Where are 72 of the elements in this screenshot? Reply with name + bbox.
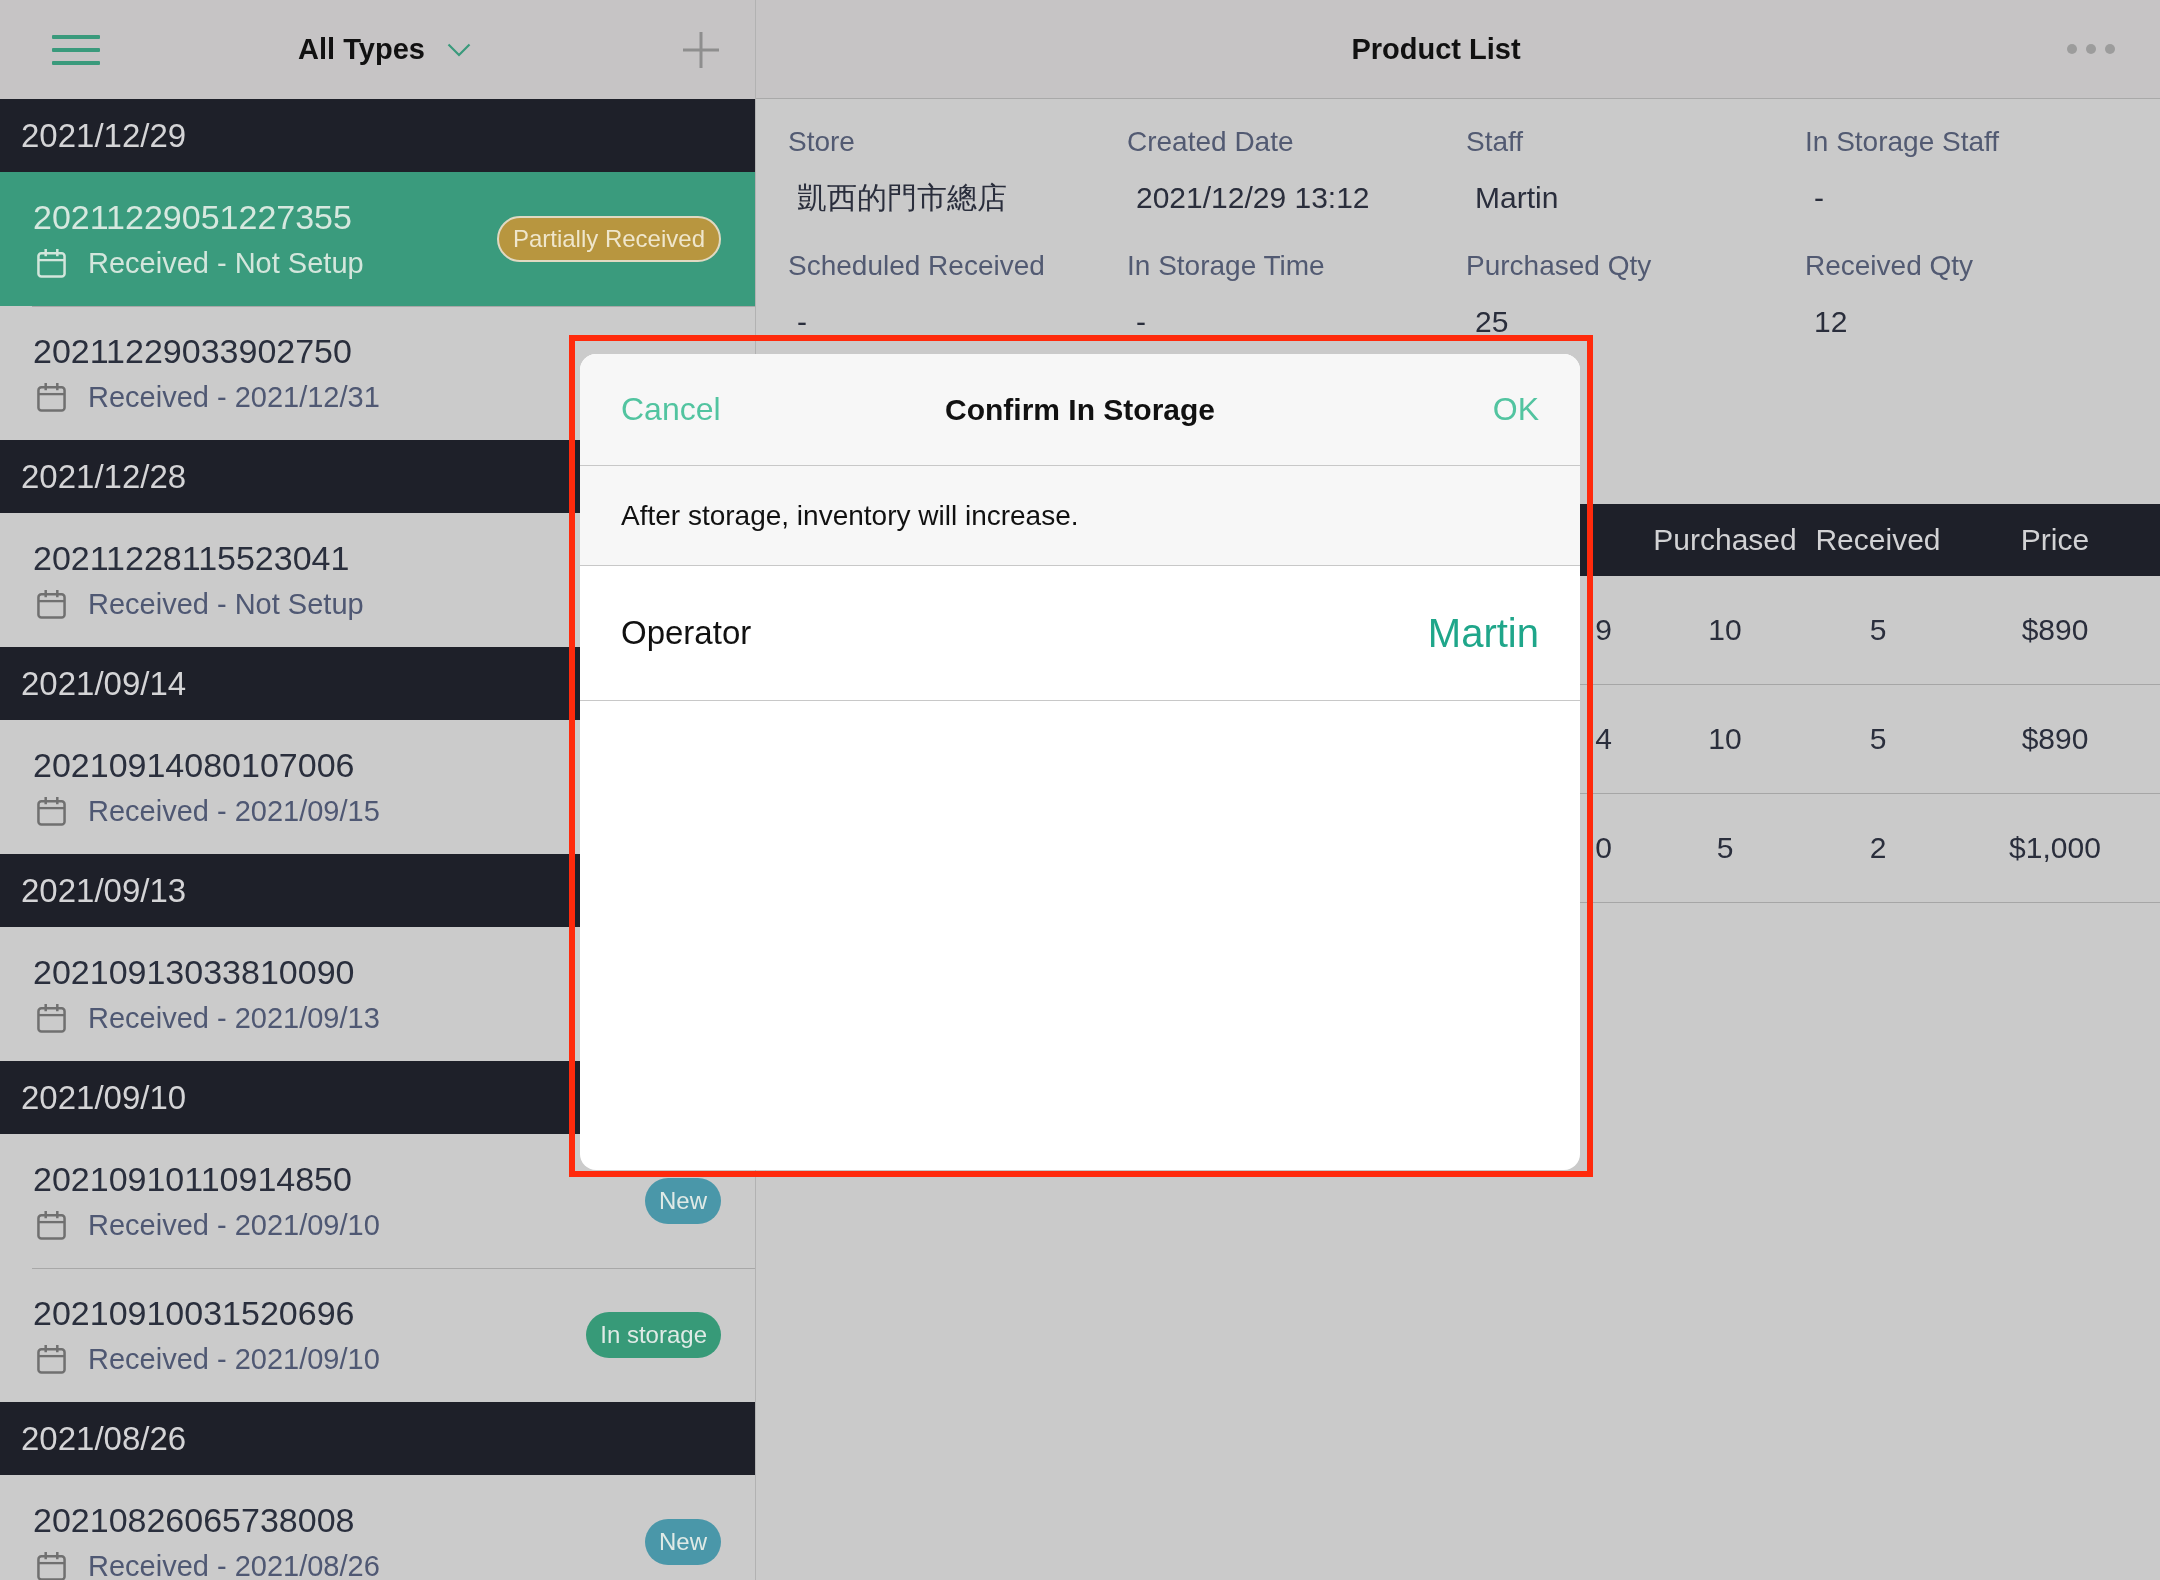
field-value: Martin xyxy=(1475,180,1559,216)
table-cell: 10 xyxy=(1708,722,1742,756)
table-cell: 9 xyxy=(1595,613,1612,647)
field-label: Received Qty xyxy=(1805,249,1974,283)
field-label: In Storage Staff xyxy=(1805,125,2000,159)
received-status: Received - Not Setup xyxy=(88,246,364,281)
status-badge: Partially Received xyxy=(496,216,721,262)
table-cell: $890 xyxy=(2021,613,2089,647)
received-status: Received - Not Setup xyxy=(88,587,364,622)
order-number: 20210910031520696 xyxy=(33,1293,355,1334)
table-cell: 2 xyxy=(1869,831,1887,865)
status-badge: New xyxy=(645,1178,721,1224)
table-cell: 10 xyxy=(1708,613,1742,647)
table-cell: 5 xyxy=(1869,613,1887,647)
field-label: Scheduled Received xyxy=(788,249,1045,283)
field-value: 2021/12/29 13:12 xyxy=(1136,180,1370,216)
type-filter-dropdown[interactable]: All Types xyxy=(298,33,471,66)
order-row[interactable]: 20210910110914850 Received - 2021/09/10 New xyxy=(0,1134,755,1268)
table-cell: 4 xyxy=(1595,722,1612,756)
status-badge: New xyxy=(645,1519,721,1565)
order-number: 20210914080107006 xyxy=(33,745,355,786)
column-header: Purchased xyxy=(1653,523,1797,557)
field-label: Staff xyxy=(1466,125,1524,159)
date-header: 2021/12/29 xyxy=(0,99,755,172)
field-label: In Storage Time xyxy=(1127,249,1325,283)
column-header: Price xyxy=(2020,523,2090,557)
order-number: 20210826065738008 xyxy=(33,1500,355,1541)
order-row[interactable]: 20210914080107006 Received - 2021/09/15 xyxy=(0,720,755,854)
calendar-icon xyxy=(37,1344,66,1374)
field-value: - xyxy=(1136,304,1146,340)
add-icon[interactable] xyxy=(683,31,719,68)
calendar-icon xyxy=(37,1551,66,1580)
table-cell: 0 xyxy=(1595,831,1612,865)
received-status: Received - 2021/08/26 xyxy=(88,1549,380,1580)
calendar-icon xyxy=(37,1003,66,1033)
received-status: Received - 2021/09/13 xyxy=(88,1001,380,1036)
more-icon[interactable] xyxy=(2066,43,2116,55)
calendar-icon xyxy=(37,589,66,619)
calendar-icon xyxy=(37,248,66,278)
dialog-title: Confirm In Storage xyxy=(945,392,1215,427)
table-cell: $1,000 xyxy=(2009,831,2101,865)
field-value: 12 xyxy=(1814,304,1848,340)
field-value: 凱西的門市總店 xyxy=(797,180,1007,216)
table-cell: 5 xyxy=(1716,831,1734,865)
order-number: 20210913033810090 xyxy=(33,952,355,993)
order-row[interactable]: 20210913033810090 Received - 2021/09/13 xyxy=(0,927,755,1061)
order-row[interactable]: 20210826065738008 Received - 2021/08/26 New xyxy=(0,1475,755,1580)
order-number: 20211229033902750 xyxy=(33,331,352,372)
calendar-icon xyxy=(37,796,66,826)
order-number: 20210910110914850 xyxy=(33,1159,352,1200)
chevron-down-icon xyxy=(446,42,471,57)
field-value: - xyxy=(1814,180,1824,216)
calendar-icon xyxy=(37,1210,66,1240)
field-value: 25 xyxy=(1475,304,1509,340)
status-badge: In storage xyxy=(586,1312,721,1358)
field-label: Created Date xyxy=(1127,125,1294,159)
date-header: 2021/08/26 xyxy=(0,1402,755,1475)
received-status: Received - 2021/09/10 xyxy=(88,1342,380,1377)
column-header: Received xyxy=(1815,523,1941,557)
received-status: Received - 2021/09/10 xyxy=(88,1208,380,1243)
table-cell: 5 xyxy=(1869,722,1887,756)
received-status: Received - 2021/12/31 xyxy=(88,380,380,415)
received-status: Received - 2021/09/15 xyxy=(88,794,380,829)
calendar-icon xyxy=(37,382,66,412)
order-number: 20211229051227355 xyxy=(33,197,352,238)
order-number: 20211228115523041 xyxy=(33,538,350,579)
field-value: - xyxy=(797,304,807,340)
table-cell: $890 xyxy=(2021,722,2089,756)
field-label: Purchased Qty xyxy=(1466,249,1652,283)
field-label: Store xyxy=(788,125,855,159)
page-title: Product List xyxy=(1351,32,1521,66)
menu-icon[interactable] xyxy=(52,34,100,65)
